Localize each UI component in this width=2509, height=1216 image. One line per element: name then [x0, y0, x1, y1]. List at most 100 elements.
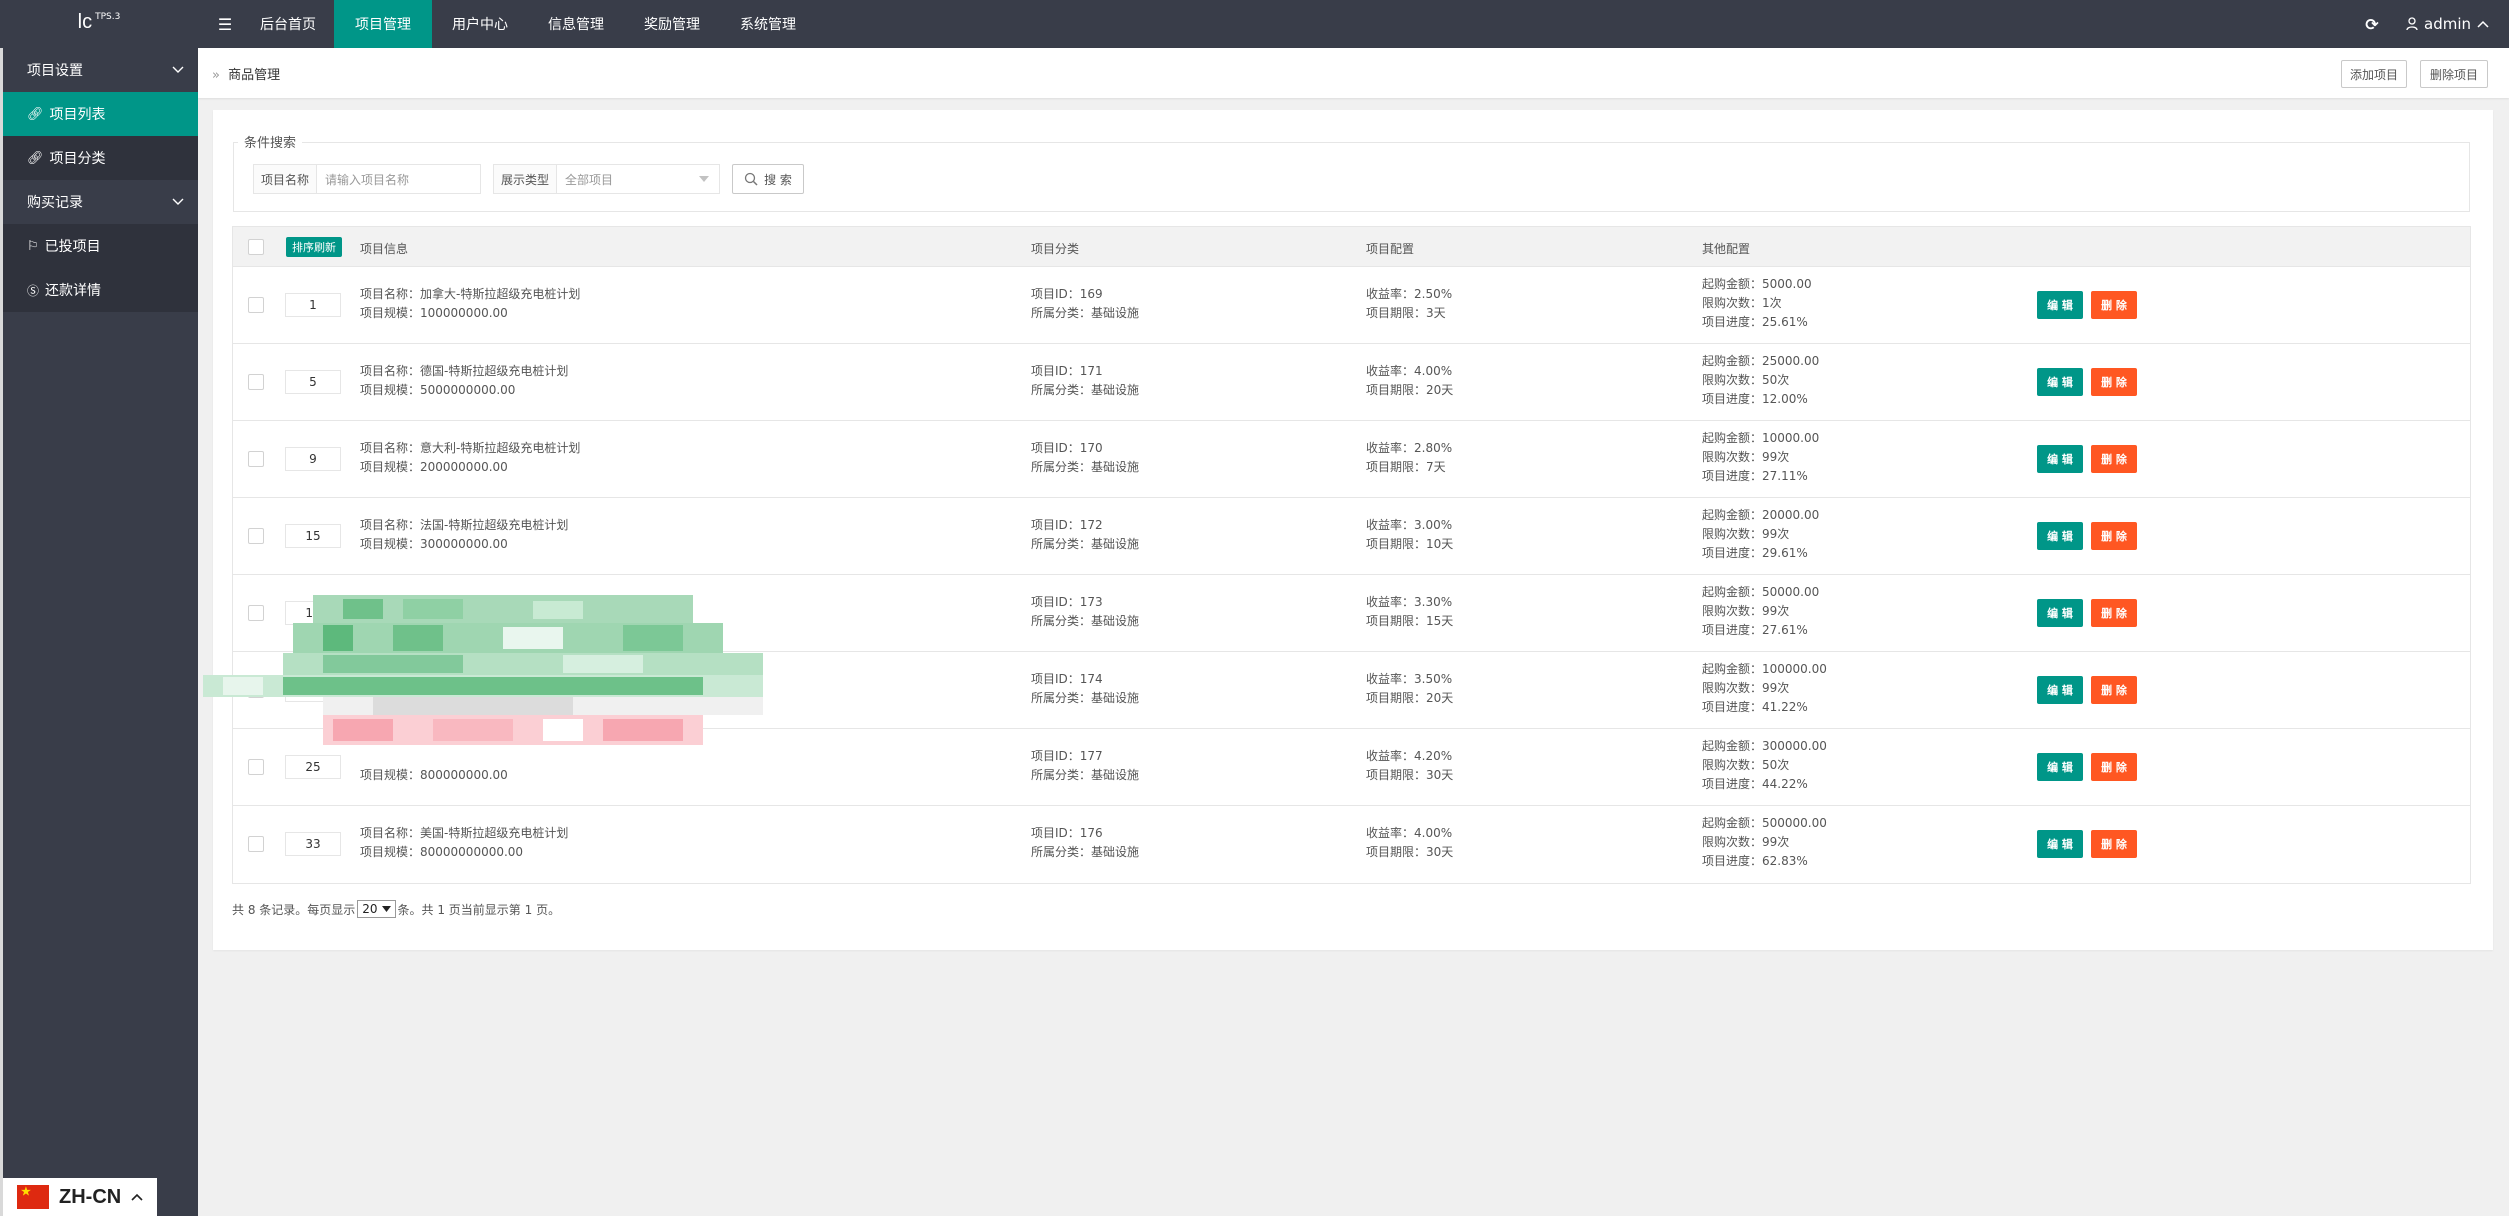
refresh-icon[interactable]: ⟳ [2346, 0, 2398, 48]
edit-button[interactable]: 编 辑 [2037, 522, 2083, 550]
sidebar-item-project-list[interactable]: 🔗︎ 项目列表 [3, 92, 198, 136]
project-name: 项目名称：意大利-特斯拉超级充电桩计划 [360, 441, 581, 455]
project-name: 项目名称：美国-特斯拉超级充电桩计划 [360, 826, 569, 840]
nav-item-users[interactable]: 用户中心 [432, 0, 528, 48]
menu-icon[interactable]: ☰ [208, 0, 242, 48]
nav-item-system[interactable]: 系统管理 [720, 0, 816, 48]
pager-suffix: 条。共 1 页当前显示第 1 页。 [397, 902, 561, 917]
chevron-down-icon [172, 66, 184, 73]
project-name-input[interactable]: 请输入项目名称 [316, 164, 481, 194]
category-name: 所属分类：基础设施 [1031, 768, 1140, 782]
edit-button[interactable]: 编 辑 [2037, 291, 2083, 319]
sidebar-group-purchase-records[interactable]: 购买记录 [3, 180, 198, 224]
project-name-label: 项目名称 [253, 164, 317, 194]
project-config: 收益率：3.00% 项目期限：10天 [1366, 516, 1453, 554]
min-amount: 起购金额：20000.00 [1702, 508, 1820, 522]
sort-order-input[interactable]: 1 [285, 293, 341, 317]
project-term: 项目期限：30天 [1366, 845, 1454, 859]
row-checkbox[interactable] [248, 528, 264, 544]
table-row: 15 项目名称：法国-特斯拉超级充电桩计划 项目规模：300000000.00 项… [233, 498, 2470, 575]
category-name: 所属分类：基础设施 [1031, 614, 1140, 628]
sidebar-group-project-settings[interactable]: 项目设置 [3, 48, 198, 92]
min-amount: 起购金额：100000.00 [1702, 662, 1827, 676]
min-amount: 起购金额：5000.00 [1702, 277, 1812, 291]
edit-button[interactable]: 编 辑 [2037, 445, 2083, 473]
row-checkbox[interactable] [248, 836, 264, 852]
project-id: 项目ID：177 [1031, 749, 1103, 763]
yield-rate: 收益率：3.00% [1366, 518, 1453, 532]
project-term: 项目期限：15天 [1366, 614, 1454, 628]
link-icon: 🔗︎ [27, 150, 44, 166]
delete-button[interactable]: 删 除 [2091, 676, 2137, 704]
nav-item-home[interactable]: 后台首页 [242, 0, 334, 48]
language-selector[interactable]: ★ ZH-CN [3, 1178, 157, 1216]
project-config: 收益率：2.80% 项目期限：7天 [1366, 439, 1452, 477]
nav-item-label: 信息管理 [548, 17, 604, 33]
display-type-value: 全部项目 [565, 172, 614, 187]
sort-order-input[interactable]: 9 [285, 447, 341, 471]
select-all-checkbox[interactable] [248, 239, 264, 255]
project-table: 排序刷新 项目信息 项目分类 项目配置 其他配置 1 项目名称：加拿大-特斯拉超… [232, 226, 2471, 884]
add-project-button[interactable]: 添加项目 [2341, 60, 2407, 88]
flag-icon: ⚐ [27, 238, 39, 254]
search-button[interactable]: 搜 索 [732, 164, 804, 194]
nav-item-rewards[interactable]: 奖励管理 [624, 0, 720, 48]
category-name: 所属分类：基础设施 [1031, 691, 1140, 705]
delete-button[interactable]: 删 除 [2091, 445, 2137, 473]
delete-button[interactable]: 删 除 [2091, 522, 2137, 550]
pagination-info: 共 8 条记录。每页显示 20 条。共 1 页当前显示第 1 页。 [232, 900, 560, 918]
sidebar-item-repayment[interactable]: Ⓢ 还款详情 [3, 268, 198, 312]
main-nav: ☰ 后台首页 项目管理 用户中心 信息管理 奖励管理 系统管理 [208, 0, 816, 48]
sidebar-item-label: 还款详情 [45, 283, 102, 299]
project-category: 项目ID：174 所属分类：基础设施 [1031, 670, 1139, 708]
project-name: 项目名称：德国-特斯拉超级充电桩计划 [360, 364, 569, 378]
other-config: 起购金额：300000.00 限购次数：50次 项目进度：44.22% [1702, 737, 1827, 794]
project-category: 项目ID：170 所属分类：基础设施 [1031, 439, 1139, 477]
row-checkbox[interactable] [248, 374, 264, 390]
project-category: 项目ID：177 所属分类：基础设施 [1031, 747, 1139, 785]
pager-prefix: 共 8 条记录。每页显示 [232, 902, 356, 917]
search-icon [744, 172, 758, 186]
delete-button[interactable]: 删 除 [2091, 753, 2137, 781]
edit-button[interactable]: 编 辑 [2037, 753, 2083, 781]
display-type-select[interactable]: 全部项目 [556, 164, 720, 194]
admin-menu[interactable]: admin [2398, 0, 2509, 48]
logo[interactable]: lc TPS.3 [0, 0, 198, 48]
delete-button[interactable]: 删 除 [2091, 291, 2137, 319]
project-scale: 项目规模：80000000000.00 [360, 845, 524, 859]
page-size-select[interactable]: 20 [357, 900, 396, 918]
breadcrumb-current[interactable]: 商品管理 [228, 68, 280, 83]
project-info: 项目名称：加拿大-特斯拉超级充电桩计划 项目规模：100000000.00 [360, 285, 580, 323]
nav-item-projects[interactable]: 项目管理 [334, 0, 432, 48]
project-id: 项目ID：169 [1031, 287, 1103, 301]
delete-button[interactable]: 删 除 [2091, 368, 2137, 396]
edit-button[interactable]: 编 辑 [2037, 599, 2083, 627]
sort-refresh-button[interactable]: 排序刷新 [286, 237, 342, 257]
header-project-config: 项目配置 [1366, 242, 1415, 256]
sort-order-input[interactable]: 5 [285, 370, 341, 394]
project-scale: 项目规模：100000000.00 [360, 306, 508, 320]
edit-button[interactable]: 编 辑 [2037, 368, 2083, 396]
project-id: 项目ID：171 [1031, 364, 1103, 378]
nav-item-info[interactable]: 信息管理 [528, 0, 624, 48]
min-amount: 起购金额：50000.00 [1702, 585, 1820, 599]
sort-order-input[interactable]: 15 [285, 524, 341, 548]
sort-order-input[interactable]: 33 [285, 832, 341, 856]
other-config: 起购金额：5000.00 限购次数：1次 项目进度：25.61% [1702, 275, 1812, 332]
header-project-category: 项目分类 [1031, 242, 1080, 256]
project-id: 项目ID：170 [1031, 441, 1103, 455]
other-config: 起购金额：50000.00 限购次数：99次 项目进度：27.61% [1702, 583, 1819, 640]
delete-project-button[interactable]: 删除项目 [2420, 60, 2488, 88]
project-info: 项目名称：法国-特斯拉超级充电桩计划 项目规模：300000000.00 [360, 516, 568, 554]
edit-button[interactable]: 编 辑 [2037, 676, 2083, 704]
delete-button[interactable]: 删 除 [2091, 830, 2137, 858]
sidebar-item-project-category[interactable]: 🔗︎ 项目分类 [3, 136, 198, 180]
edit-button[interactable]: 编 辑 [2037, 830, 2083, 858]
table-header: 排序刷新 项目信息 项目分类 项目配置 其他配置 [233, 227, 2470, 267]
table-row: 5 项目名称：德国-特斯拉超级充电桩计划 项目规模：5000000000.00 项… [233, 344, 2470, 421]
delete-button[interactable]: 删 除 [2091, 599, 2137, 627]
row-checkbox[interactable] [248, 297, 264, 313]
row-checkbox[interactable] [248, 451, 264, 467]
purchase-limit: 限购次数：99次 [1702, 835, 1790, 849]
sidebar-item-invested[interactable]: ⚐ 已投项目 [3, 224, 198, 268]
